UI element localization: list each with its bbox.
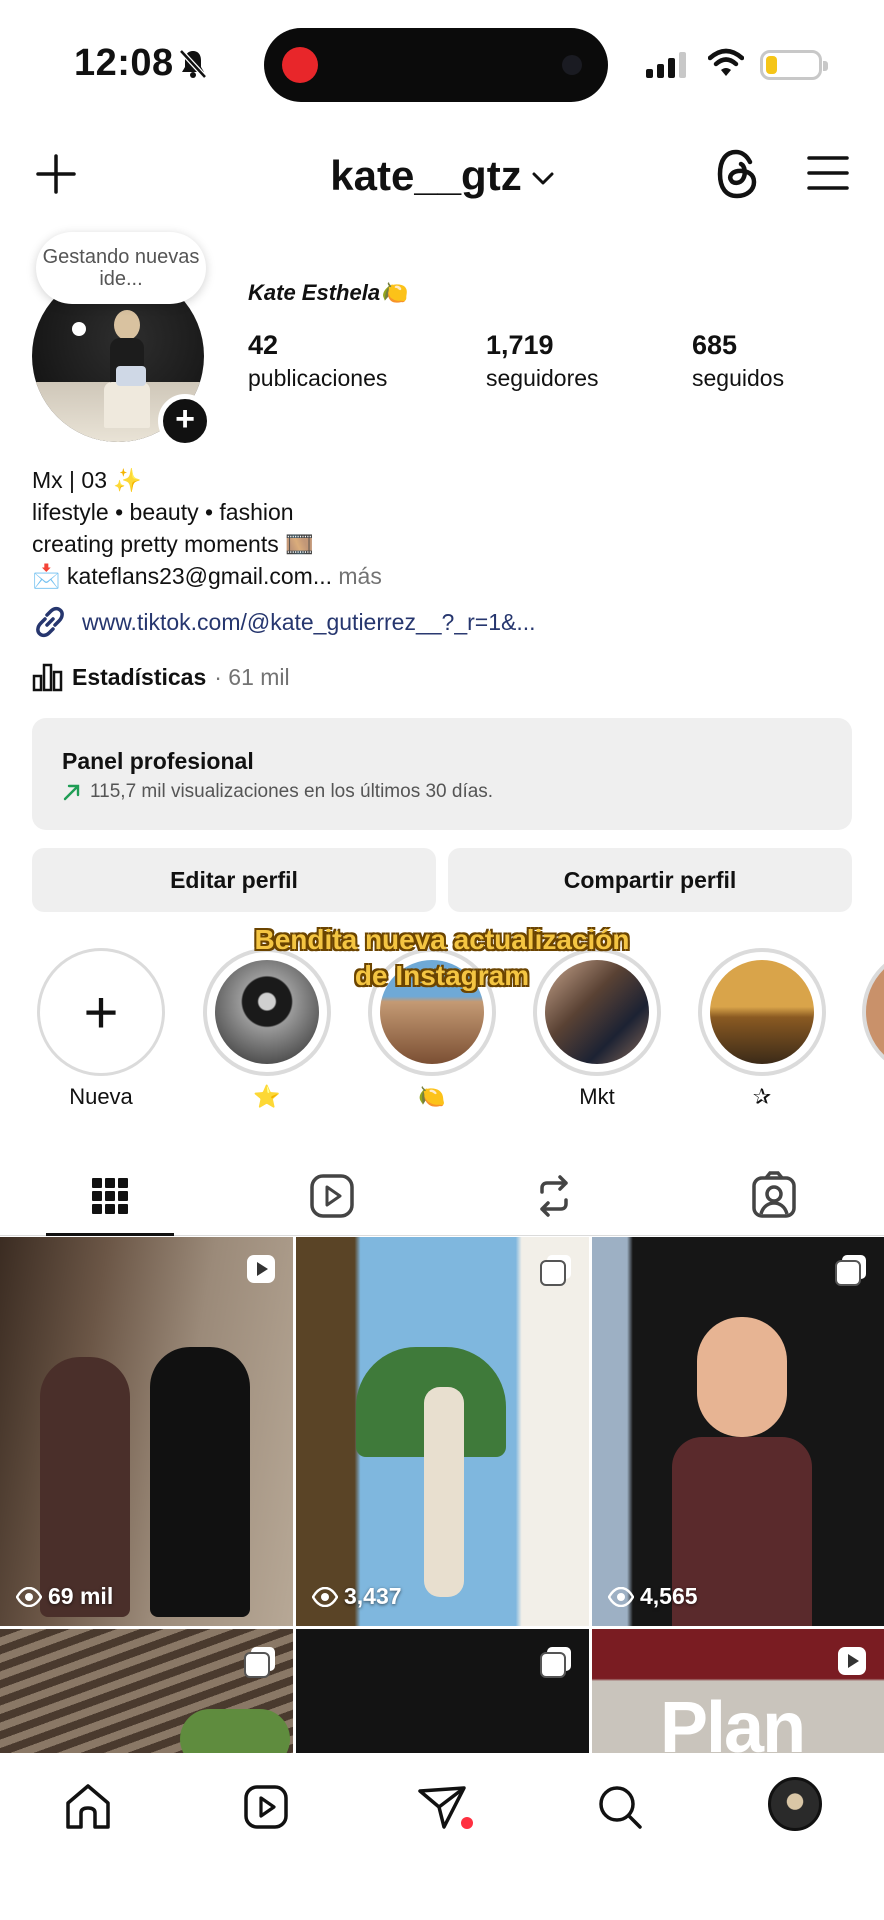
view-count: 4,565 [608,1583,698,1610]
notification-dot [461,1817,473,1829]
profile-avatar[interactable] [768,1777,822,1831]
link-icon [36,606,64,638]
reposts-icon[interactable] [524,1166,584,1226]
threads-icon[interactable] [714,148,760,200]
post-tile[interactable] [296,1629,589,1753]
status-time: 12:08 [74,42,174,84]
insights-row[interactable]: Estadísticas · 61 mil [32,662,290,692]
profile-note[interactable]: Gestando nuevas ide... [36,232,206,304]
post-tile[interactable]: 69 mil [0,1237,293,1626]
more-link[interactable]: más [338,563,381,589]
post-tile[interactable]: 4,565 [592,1237,884,1626]
battery-level [766,56,777,74]
profile-link[interactable]: www.tiktok.com/@kate_gutierrez__?_r=1&..… [32,604,536,640]
bottom-nav [0,1753,884,1920]
carousel-icon [835,1255,866,1286]
home-icon[interactable] [60,1779,116,1835]
add-story-button[interactable]: + [158,394,212,448]
dynamic-island [264,28,608,102]
posts-grid: 69 mil 3,437 4,565 Plan [0,1237,884,1753]
professional-dashboard[interactable]: Panel profesional 115,7 mil visualizacio… [32,718,852,830]
username: kate__gtz [330,152,522,199]
stat-posts[interactable]: 42 publicaciones [248,330,387,392]
bio-line: Mx | 03 ✨ [32,467,143,493]
full-name: Kate Esthela🍋 [248,280,408,305]
bar-chart-icon [32,663,63,692]
trending-up-icon [63,784,80,801]
tagged-icon[interactable] [744,1166,804,1226]
share-profile-button[interactable]: Compartir perfil [448,848,852,912]
dashboard-title: Panel profesional [62,748,254,774]
wifi-icon [708,48,744,76]
profile-link-text: www.tiktok.com/@kate_gutierrez__?_r=1&..… [82,608,536,635]
active-tab-indicator [46,1233,174,1236]
status-bar: 12:08 [0,0,884,120]
grid-icon[interactable] [80,1166,140,1226]
reel-icon [247,1255,275,1283]
recording-indicator [282,47,318,83]
menu-icon[interactable] [806,154,850,192]
stat-followers[interactable]: 1,719 seguidores [486,330,599,392]
bio-line: 📩 kateflans23@gmail.com... más [32,563,382,589]
post-tile[interactable] [0,1629,293,1753]
chevron-down-icon [532,172,554,185]
post-tile[interactable]: Plan [592,1629,884,1753]
reels-icon[interactable] [302,1166,362,1226]
bio-line: creating pretty moments 🎞️ [32,531,314,557]
view-count: 69 mil [16,1583,113,1610]
eye-icon [608,1586,634,1607]
eye-icon [16,1586,42,1607]
profile-header: kate__gtz [0,140,884,210]
note-tail [72,322,86,336]
dashboard-subtitle: 115,7 mil visualizaciones en los últimos… [90,781,494,802]
insights-label: Estadísticas [72,663,207,690]
signal-icon [646,52,686,78]
view-count: 3,437 [312,1583,402,1610]
edit-profile-button[interactable]: Editar perfil [32,848,436,912]
carousel-icon [244,1647,275,1678]
bio: Mx | 03 ✨ lifestyle • beauty • fashion c… [32,464,382,592]
camera-dot [562,55,582,75]
video-caption-overlay: Bendita nueva actualización de Instagram [254,924,630,991]
insights-value: · 61 mil [214,663,290,690]
bio-line: lifestyle • beauty • fashion [32,499,294,525]
search-icon[interactable] [592,1779,648,1835]
reels-icon[interactable] [238,1779,294,1835]
bell-slash-icon [179,49,207,79]
carousel-icon [540,1647,571,1678]
eye-icon [312,1586,338,1607]
reel-icon [838,1647,866,1675]
post-overlay-text: Plan [660,1688,806,1753]
profile-tabs [0,1156,884,1236]
post-tile[interactable]: 3,437 [296,1237,589,1626]
battery-icon [760,50,828,80]
carousel-icon [540,1255,571,1286]
stat-following[interactable]: 685 seguidos [692,330,784,392]
